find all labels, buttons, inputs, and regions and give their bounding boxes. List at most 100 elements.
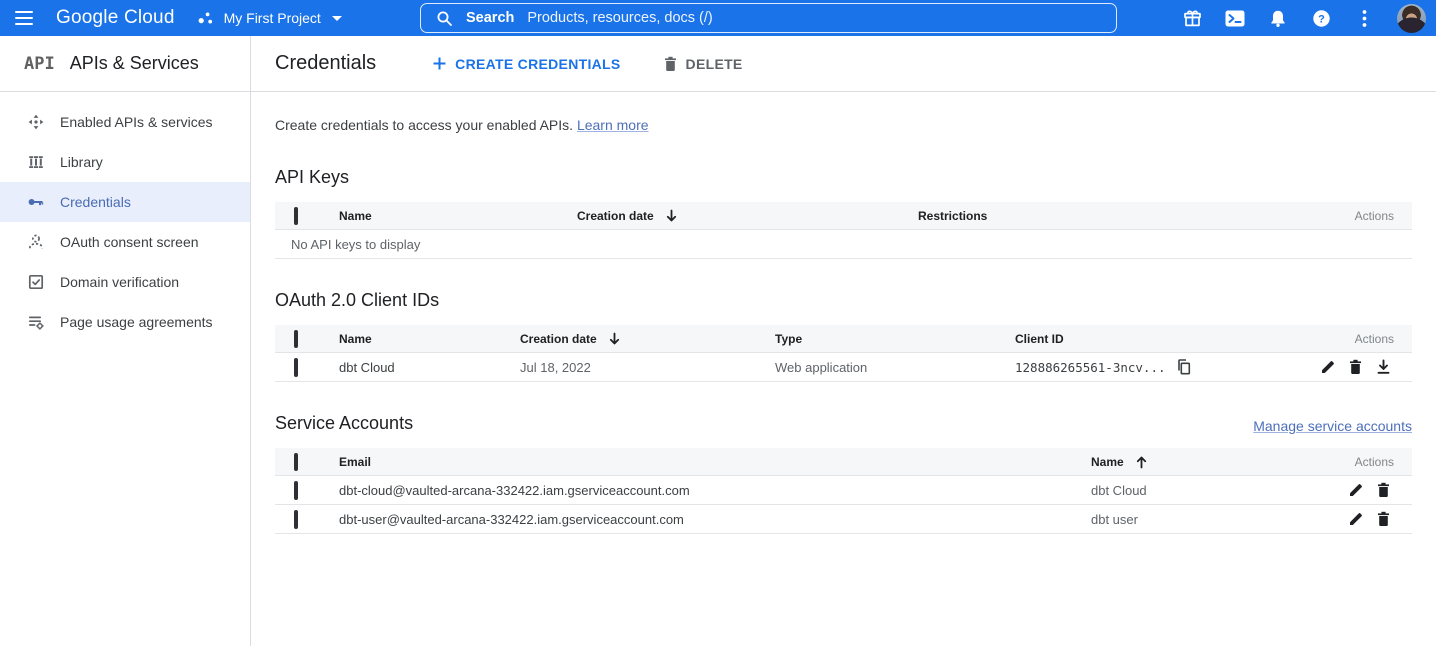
search-input[interactable]: Search Products, resources, docs (/) bbox=[420, 3, 1117, 33]
oauth-clients-title: OAuth 2.0 Client IDs bbox=[275, 290, 1412, 311]
sidebar-item-domain-verification[interactable]: Domain verification bbox=[0, 262, 250, 302]
api-product-icon: API bbox=[24, 54, 55, 74]
delete-icon[interactable] bbox=[1375, 511, 1392, 528]
select-all-checkbox[interactable] bbox=[294, 207, 298, 225]
sort-ascending-icon[interactable] bbox=[1135, 455, 1148, 469]
domain-verification-icon bbox=[27, 273, 45, 291]
help-icon[interactable]: ? bbox=[1311, 8, 1331, 28]
select-all-checkbox[interactable] bbox=[294, 330, 298, 348]
column-header[interactable]: Creation date bbox=[577, 209, 654, 223]
empty-state-text: No API keys to display bbox=[275, 230, 1412, 259]
top-app-bar: Google Cloud My First Project Search Pro… bbox=[0, 0, 1436, 36]
menu-icon[interactable] bbox=[0, 0, 48, 36]
sidebar-item-label: Library bbox=[60, 154, 103, 170]
page-agreements-icon bbox=[27, 313, 45, 331]
service-accounts-table: Email Name Actions dbt-cloud@vaulted-arc… bbox=[275, 448, 1412, 534]
table-header-row: Name Creation date Restrictions Actions bbox=[275, 202, 1412, 230]
sidebar-item-label: Credentials bbox=[60, 194, 131, 210]
delete-button[interactable]: DELETE bbox=[655, 50, 751, 78]
api-keys-table: Name Creation date Restrictions Actions … bbox=[275, 202, 1412, 259]
trash-icon bbox=[663, 56, 678, 72]
sidebar-item-page-usage[interactable]: Page usage agreements bbox=[0, 302, 250, 342]
column-header[interactable]: Type bbox=[775, 332, 1015, 346]
create-credentials-button[interactable]: CREATE CREDENTIALS bbox=[424, 50, 628, 78]
table-header-row: Email Name Actions bbox=[275, 448, 1412, 476]
sidebar-item-label: OAuth consent screen bbox=[60, 234, 199, 250]
column-header[interactable]: Name bbox=[339, 209, 577, 223]
column-header-actions: Actions bbox=[1355, 455, 1412, 469]
edit-icon[interactable] bbox=[1319, 359, 1336, 376]
column-header-actions: Actions bbox=[1355, 332, 1412, 346]
svg-text:?: ? bbox=[1318, 13, 1325, 25]
search-label: Search bbox=[466, 10, 514, 26]
main-area: Credentials CREATE CREDENTIALS DELETE C bbox=[251, 36, 1436, 646]
project-name: My First Project bbox=[224, 10, 321, 26]
copy-icon[interactable] bbox=[1175, 359, 1192, 376]
row-checkbox[interactable] bbox=[294, 510, 298, 529]
edit-icon[interactable] bbox=[1347, 482, 1364, 499]
enabled-apis-icon bbox=[27, 113, 45, 131]
chevron-down-icon bbox=[332, 16, 342, 21]
column-header[interactable]: Name bbox=[1091, 455, 1124, 469]
sidebar-item-oauth-consent[interactable]: OAuth consent screen bbox=[0, 222, 250, 262]
service-account-name: dbt user bbox=[1091, 512, 1322, 527]
client-name: dbt Cloud bbox=[339, 360, 520, 375]
service-account-name: dbt Cloud bbox=[1091, 483, 1322, 498]
row-checkbox[interactable] bbox=[294, 358, 298, 377]
delete-icon[interactable] bbox=[1375, 482, 1392, 499]
service-account-email: dbt-cloud@vaulted-arcana-332422.iam.gser… bbox=[339, 483, 1091, 498]
client-id-value: 128886265561-3ncv... bbox=[1015, 360, 1166, 375]
learn-more-link[interactable]: Learn more bbox=[577, 117, 649, 133]
page-header: Credentials CREATE CREDENTIALS DELETE bbox=[251, 36, 1436, 92]
search-placeholder: Products, resources, docs (/) bbox=[527, 10, 712, 26]
api-keys-title: API Keys bbox=[275, 167, 1412, 188]
manage-service-accounts-link[interactable]: Manage service accounts bbox=[1253, 418, 1412, 434]
avatar[interactable] bbox=[1397, 4, 1426, 33]
table-row[interactable]: dbt-cloud@vaulted-arcana-332422.iam.gser… bbox=[275, 476, 1412, 505]
table-row[interactable]: dbt Cloud Jul 18, 2022 Web application 1… bbox=[275, 353, 1412, 382]
column-header[interactable]: Name bbox=[339, 332, 520, 346]
creation-date: Jul 18, 2022 bbox=[520, 360, 775, 375]
library-icon bbox=[27, 153, 45, 171]
plus-icon bbox=[432, 56, 447, 71]
delete-icon[interactable] bbox=[1347, 359, 1364, 376]
gift-icon[interactable] bbox=[1182, 8, 1202, 28]
column-header[interactable]: Email bbox=[339, 455, 1091, 469]
select-all-checkbox[interactable] bbox=[294, 453, 298, 471]
key-icon bbox=[27, 193, 45, 211]
service-accounts-title: Service Accounts bbox=[275, 413, 413, 434]
column-header-actions: Actions bbox=[1355, 209, 1412, 223]
search-icon bbox=[436, 10, 453, 27]
service-account-email: dbt-user@vaulted-arcana-332422.iam.gserv… bbox=[339, 512, 1091, 527]
sidebar-item-library[interactable]: Library bbox=[0, 142, 250, 182]
row-checkbox[interactable] bbox=[294, 481, 298, 500]
edit-icon[interactable] bbox=[1347, 511, 1364, 528]
sidebar-item-enabled-apis[interactable]: Enabled APIs & services bbox=[0, 102, 250, 142]
column-header[interactable]: Restrictions bbox=[918, 209, 1322, 223]
sidebar-nav: Enabled APIs & services Library bbox=[0, 92, 250, 342]
more-vert-icon[interactable] bbox=[1354, 8, 1374, 28]
notifications-icon[interactable] bbox=[1268, 8, 1288, 28]
project-icon bbox=[197, 11, 214, 26]
table-header-row: Name Creation date Type Client ID Action… bbox=[275, 325, 1412, 353]
client-type: Web application bbox=[775, 360, 1015, 375]
sidebar-item-label: Enabled APIs & services bbox=[60, 114, 213, 130]
download-icon[interactable] bbox=[1375, 359, 1392, 376]
sort-descending-icon[interactable] bbox=[665, 209, 678, 223]
column-header[interactable]: Creation date bbox=[520, 332, 597, 346]
sidebar-item-label: Page usage agreements bbox=[60, 314, 213, 330]
intro-text: Create credentials to access your enable… bbox=[275, 117, 1412, 133]
oauth-clients-table: Name Creation date Type Client ID Action… bbox=[275, 325, 1412, 382]
sidebar-item-credentials[interactable]: Credentials bbox=[0, 182, 250, 222]
column-header[interactable]: Client ID bbox=[1015, 332, 1302, 346]
google-cloud-logo[interactable]: Google Cloud bbox=[56, 7, 175, 29]
sidebar-header: API APIs & Services bbox=[0, 36, 250, 92]
page-title: Credentials bbox=[275, 52, 376, 75]
project-picker[interactable]: My First Project bbox=[197, 10, 342, 26]
sidebar-item-label: Domain verification bbox=[60, 274, 179, 290]
sidebar-title: APIs & Services bbox=[70, 53, 199, 74]
table-row[interactable]: dbt-user@vaulted-arcana-332422.iam.gserv… bbox=[275, 505, 1412, 534]
sidebar: API APIs & Services Enabled APIs & servi… bbox=[0, 36, 251, 646]
cloud-shell-icon[interactable] bbox=[1225, 8, 1245, 28]
sort-descending-icon[interactable] bbox=[608, 332, 621, 346]
